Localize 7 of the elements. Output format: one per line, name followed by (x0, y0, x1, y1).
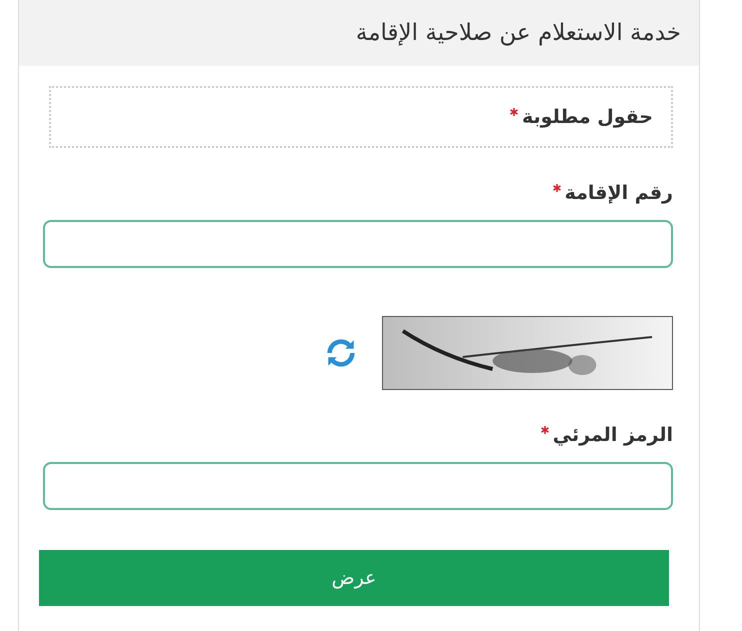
input-field[interactable] (43, 220, 673, 268)
input-field[interactable] (43, 462, 673, 510)
submit-button[interactable]: عرض (39, 550, 669, 606)
required-note: حقول مطلوبة (522, 106, 653, 128)
field-label: رقم الإقامة (564, 182, 673, 204)
field-label: الرمز المرئي (552, 424, 673, 446)
panel-title: خدمة الاستعلام عن صلاحية الإقامة (356, 20, 681, 46)
